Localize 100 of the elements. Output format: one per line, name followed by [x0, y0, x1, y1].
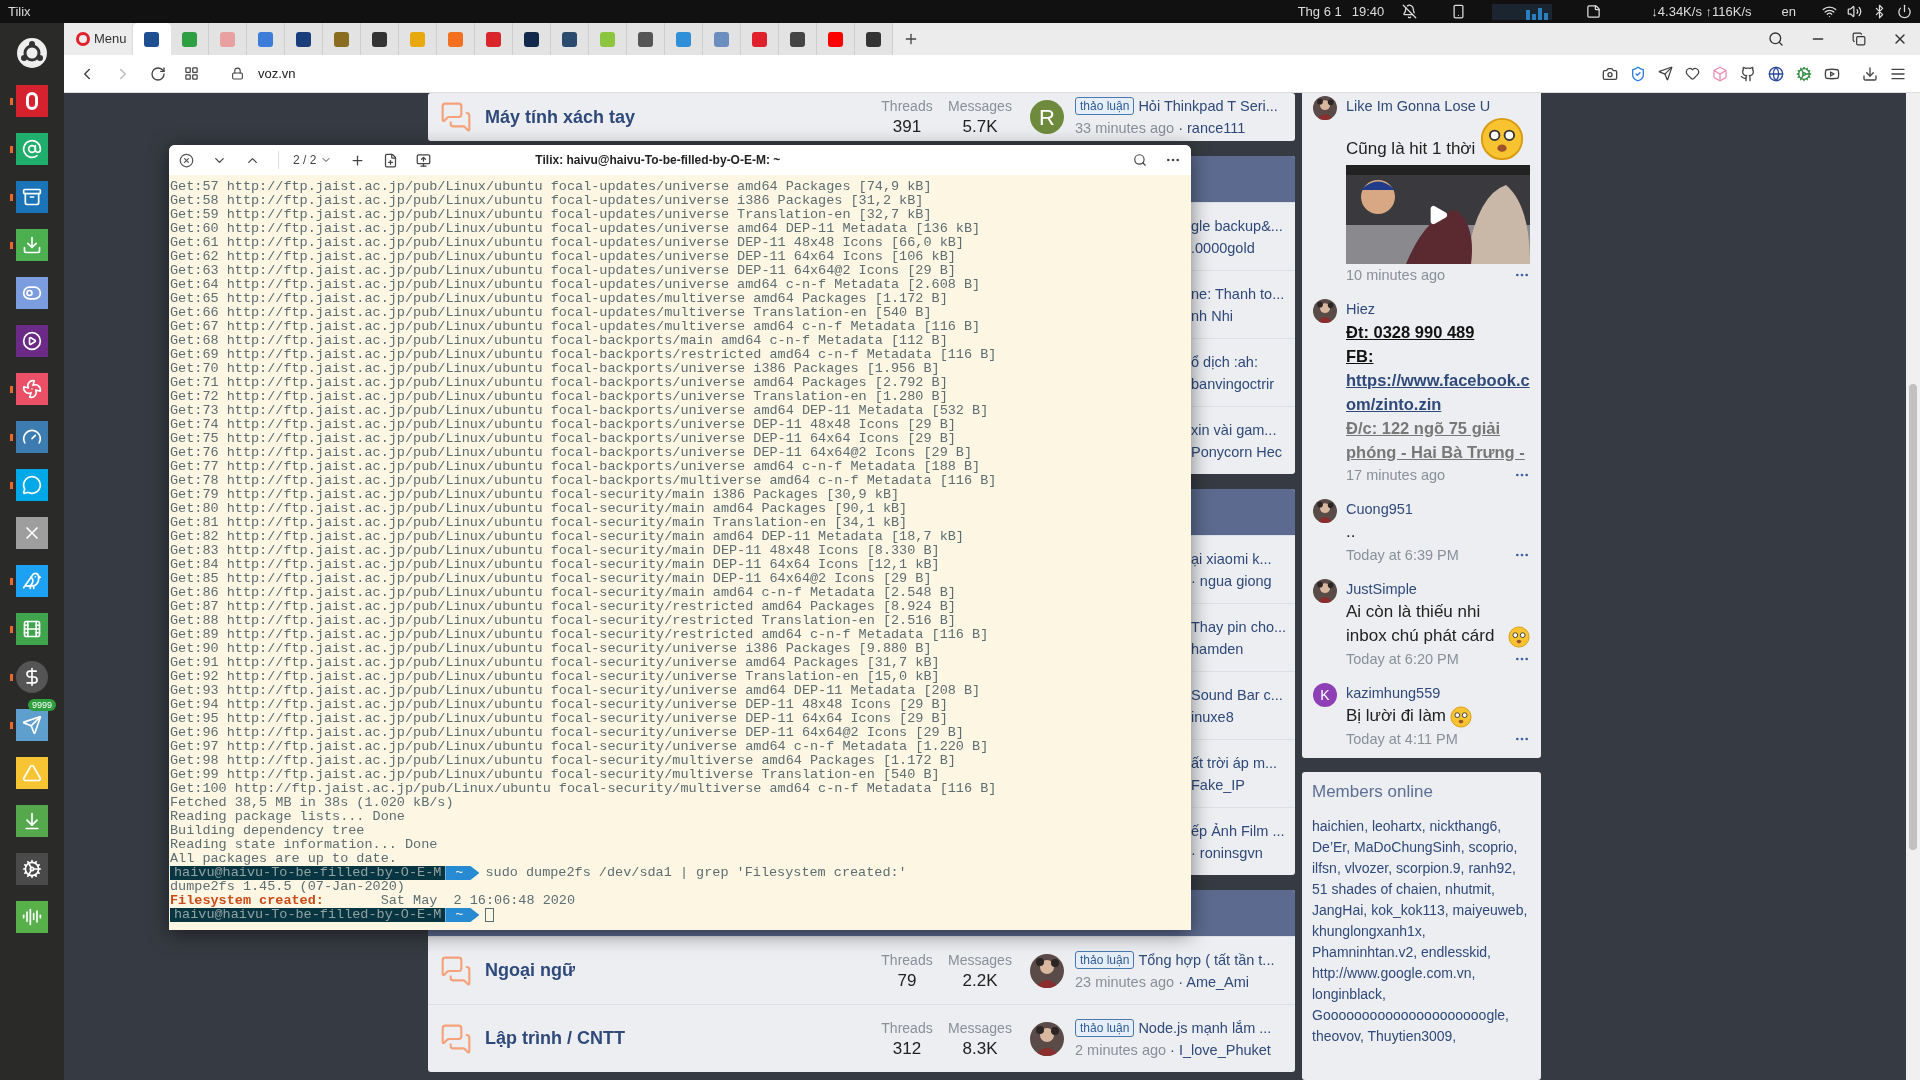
notification-badge: 9999 — [28, 699, 57, 711]
terminal-line: Get:72 http://ftp.jaist.ac.jp/pub/Linux/ubuntu focal-backports/universe Translation-en [1.280 B] — [170, 390, 948, 404]
author-link[interactable]: · Ame_Ami — [1178, 970, 1250, 993]
author-link[interactable]: hamden — [1191, 637, 1295, 660]
wifi-icon[interactable] — [1822, 4, 1837, 19]
chat-bubble-icon[interactable] — [16, 469, 48, 501]
author-link[interactable]: nh Nhi — [1191, 304, 1295, 327]
latest-thread-link[interactable]: Hỏi Thinkpad T Seri... — [1138, 95, 1278, 117]
cog-icon[interactable] — [1796, 65, 1812, 82]
username-link[interactable]: Cuong951 — [1346, 498, 1530, 520]
send-icon[interactable] — [1658, 66, 1673, 81]
terminal-line: Get:83 http://ftp.jaist.ac.jp/pub/Linux/ubuntu focal-security/main DEP-11 48x48 Icons [8.330 B] — [170, 544, 940, 558]
author-link[interactable]: · I_love_Phuket — [1170, 1038, 1271, 1061]
latest-thread-link[interactable]: xin vài gam... — [1191, 418, 1295, 441]
thread-tag[interactable]: thảo luận — [1075, 97, 1135, 115]
add-icon[interactable] — [350, 152, 366, 168]
sound-waves-icon[interactable] — [16, 901, 48, 933]
latest-thread-link[interactable]: ất trời áp m... — [1191, 751, 1295, 774]
volume-icon[interactable] — [1847, 4, 1862, 19]
download-box-icon[interactable] — [16, 805, 48, 837]
thread-tag[interactable]: thảo luận — [1075, 950, 1135, 969]
reload-icon[interactable] — [150, 65, 166, 82]
link[interactable]: https://www.facebook.com/zinto.zin — [1346, 368, 1530, 416]
film-icon[interactable] — [16, 613, 48, 645]
author-link[interactable]: Ponycorn Hec — [1191, 440, 1295, 463]
username-link[interactable]: JustSimple — [1346, 578, 1530, 600]
close-icon[interactable] — [179, 152, 194, 168]
browser-tab[interactable] — [626, 23, 665, 55]
username-link[interactable]: kazimhung559 — [1346, 682, 1530, 704]
camera-icon[interactable] — [1602, 65, 1618, 82]
heart-icon[interactable] — [1685, 66, 1700, 81]
thread-tag[interactable]: thảo luận — [1075, 1018, 1135, 1037]
forum-title[interactable]: Lập trình / CNTT — [485, 1025, 872, 1052]
forum-title[interactable]: Máy tính xách tay — [485, 103, 872, 131]
note-icon[interactable] — [1586, 4, 1602, 19]
toggle-icon[interactable] — [16, 277, 48, 309]
latest-thread-link[interactable]: gle backup&... — [1191, 214, 1295, 237]
shield-icon[interactable] — [1630, 65, 1646, 82]
dollar-icon[interactable] — [16, 661, 48, 693]
restore-icon[interactable] — [1852, 32, 1866, 46]
browser-tab[interactable] — [360, 23, 399, 55]
ring-logo-icon[interactable] — [16, 37, 48, 69]
archive-icon[interactable] — [16, 181, 48, 213]
session-dropdown[interactable]: 2 / 2 — [278, 151, 333, 169]
latest-thread-link[interactable]: ne: Thanh to... — [1191, 282, 1295, 305]
author-link[interactable]: · roninsgvn — [1191, 841, 1295, 864]
globe-icon[interactable] — [1768, 65, 1784, 82]
letter-o-icon[interactable] — [16, 85, 48, 117]
browser-tab[interactable] — [778, 23, 817, 55]
author-link[interactable]: Fake_IP — [1191, 773, 1295, 796]
browser-tab[interactable] — [132, 23, 171, 55]
phone-icon[interactable] — [1451, 4, 1467, 19]
author-link[interactable]: · ngua giong — [1191, 569, 1295, 592]
language-indicator[interactable]: en — [1781, 1, 1796, 22]
latest-thread-link[interactable]: Thay pin cho... — [1191, 615, 1295, 638]
power-icon[interactable] — [1897, 4, 1912, 19]
favicon-icon — [144, 31, 160, 47]
terminal-line: Get:74 http://ftp.jaist.ac.jp/pub/Linux/ubuntu focal-backports/universe DEP-11 48x48 Icons [29 B] — [170, 418, 956, 432]
author-link[interactable]: banvingoctrir — [1191, 372, 1295, 395]
gauge-icon[interactable] — [16, 421, 48, 453]
url-field[interactable]: voz.vn — [258, 63, 296, 84]
search-icon[interactable] — [1768, 31, 1784, 47]
latest-thread-link[interactable]: Tổng hợp ( tất tần t... — [1138, 948, 1275, 971]
bell-off-icon[interactable] — [1402, 4, 1418, 19]
username-link[interactable]: Hiez — [1346, 298, 1530, 320]
message-text: Cũng là hit 1 thời — [1346, 138, 1476, 160]
terminal-line: Get:71 http://ftp.jaist.ac.jp/pub/Linux/ubuntu focal-backports/universe amd64 Packages [2.792 B] — [170, 376, 948, 390]
bird-icon[interactable] — [16, 565, 48, 597]
author-link[interactable]: · rance111 — [1178, 117, 1246, 139]
post-time: 23 minutes ago — [1075, 972, 1175, 992]
terminal-line: Get:64 http://ftp.jaist.ac.jp/pub/Linux/ubuntu focal-updates/universe amd64 c-n-f Metadata [2.608 B] — [170, 278, 981, 292]
download-icon[interactable] — [1862, 65, 1878, 82]
browser-tab[interactable] — [550, 23, 589, 55]
latest-thread-link[interactable]: ổ dịch :ah: — [1191, 350, 1295, 373]
author-link[interactable]: .0000gold — [1191, 236, 1295, 259]
favicon-icon — [485, 31, 501, 47]
thread-count: 391 — [892, 116, 922, 138]
at-sign-icon[interactable] — [16, 133, 48, 165]
latest-thread-link[interactable]: ại xiaomi k... — [1191, 547, 1295, 570]
search-icon[interactable] — [1133, 153, 1147, 167]
cog-icon[interactable] — [16, 853, 48, 885]
author-link[interactable]: inuxe8 — [1191, 705, 1295, 728]
browser-tab[interactable] — [854, 23, 893, 55]
latest-thread-link[interactable]: Sound Bar c... — [1191, 683, 1295, 706]
browser-tab[interactable] — [512, 23, 551, 55]
forum-title[interactable]: Ngoại ngữ — [485, 957, 872, 984]
grid-icon[interactable] — [184, 66, 199, 81]
terminal-line: Get:100 http://ftp.jaist.ac.jp/pub/Linux/ubuntu focal-security/multiverse amd64 c-n-f Metadata [116 B] — [170, 782, 997, 796]
scrollbar[interactable] — [1906, 93, 1920, 1080]
terminal-line: Get:81 http://ftp.jaist.ac.jp/pub/Linux/ubuntu focal-security/main Translation-en [34,1 kB] — [170, 516, 908, 530]
paper-plane-icon[interactable] — [16, 709, 48, 741]
add-terminal-icon[interactable] — [383, 152, 399, 168]
menu-button[interactable]: Menu — [70, 23, 133, 55]
cat-icon[interactable] — [1740, 65, 1756, 82]
latest-thread-link[interactable]: Node.js mạnh lắm ... — [1138, 1016, 1272, 1039]
fan-icon[interactable] — [16, 373, 48, 405]
latest-thread-link[interactable]: ếp Ảnh Film ... — [1191, 819, 1295, 842]
browser-tab[interactable] — [284, 23, 323, 55]
sync-input-icon[interactable] — [416, 152, 432, 168]
username-link[interactable]: Like Im Gonna Lose U — [1346, 95, 1530, 117]
